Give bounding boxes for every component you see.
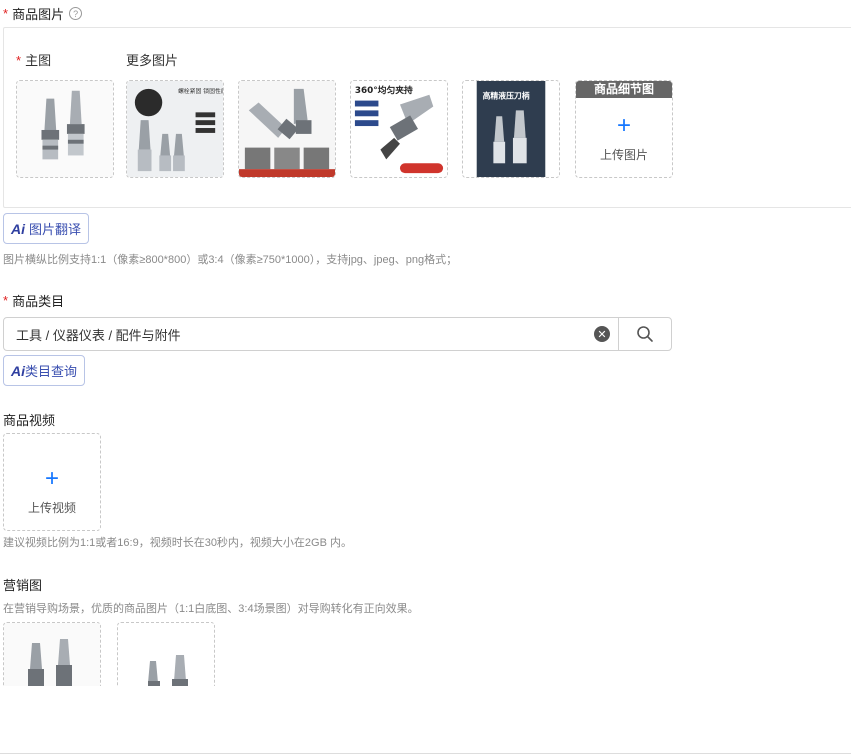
tool-holder-image	[118, 623, 214, 686]
required-mark: *	[3, 6, 9, 21]
marketing-image-thumb[interactable]	[3, 622, 101, 686]
plus-icon: +	[616, 112, 631, 139]
detail-image-upload[interactable]: 商品细节图 + 上传图片	[575, 80, 673, 178]
required-mark: *	[3, 293, 9, 308]
required-mark: *	[16, 53, 22, 68]
main-image-label: * 主图	[16, 53, 52, 68]
thumb-caption: 高精液压刀柄	[483, 91, 530, 101]
hydraulic-holder-image: 高精液压刀柄	[463, 81, 559, 177]
ai-icon: Ai	[11, 220, 25, 237]
product-banner-image: 螺栓紧固 锁固性能大提升	[127, 81, 223, 177]
thumb-caption: 螺栓紧固 锁固性能大提升	[178, 87, 223, 95]
category-search-button[interactable]	[618, 318, 671, 350]
category-select[interactable]: 工具 / 仪器仪表 / 配件与附件 ✕	[3, 317, 672, 351]
tool-holder-image	[4, 623, 100, 686]
marketing-title: 营销图	[3, 578, 43, 593]
category-label: 商品类目	[12, 294, 65, 309]
thumb-caption: 360°均匀夹持	[355, 84, 413, 96]
clear-circle-icon[interactable]: ✕	[594, 326, 610, 342]
ai-icon: Ai	[11, 362, 25, 379]
product-images-label: 商品图片	[12, 7, 65, 22]
ai-category-label: 类目查询	[25, 364, 78, 379]
divider	[0, 753, 851, 754]
more-image-thumb[interactable]	[238, 80, 336, 178]
video-title: 商品视频	[3, 413, 56, 428]
product-images-title: * 商品图片 ?	[3, 4, 83, 23]
question-circle-icon[interactable]: ?	[69, 7, 83, 20]
clamp-feature-image: 360°均匀夹持	[351, 81, 447, 177]
upload-image-label: 上传图片	[599, 148, 648, 162]
more-image-thumb[interactable]: 高精液压刀柄	[462, 80, 560, 178]
more-images-label: 更多图片	[126, 53, 179, 68]
product-angle-image	[239, 81, 335, 177]
search-icon	[637, 326, 653, 342]
ai-translate-label: 图片翻译	[29, 222, 82, 237]
category-title: * 商品类目	[3, 291, 64, 310]
ai-image-translate-button[interactable]: Ai 图片翻译	[3, 213, 90, 244]
video-hint: 建议视频比例为1:1或者16:9，视频时长在30秒内，视频大小在2GB 内。	[3, 537, 353, 549]
main-image-thumb[interactable]	[16, 80, 114, 178]
upload-video-label: 上传视频	[27, 501, 76, 515]
more-image-thumb[interactable]: 螺栓紧固 锁固性能大提升	[126, 80, 224, 178]
video-upload[interactable]: + 上传视频	[3, 433, 101, 531]
ai-category-query-button[interactable]: Ai 类目查询	[3, 355, 86, 386]
detail-image-header: 商品细节图	[576, 81, 672, 98]
marketing-image-thumb[interactable]	[117, 622, 215, 686]
plus-icon: +	[44, 465, 59, 492]
marketing-hint: 在营销导购场景，优质的商品图片（1:1白底图、3:4场景图）对导购转化有正向效果…	[3, 603, 419, 615]
tool-holder-image	[17, 81, 113, 177]
more-image-thumb[interactable]: 360°均匀夹持	[350, 80, 448, 178]
category-value: 工具 / 仪器仪表 / 配件与附件	[16, 327, 181, 343]
image-format-hint: 图片横纵比例支持1:1（像素≥800*800）或3:4（像素≥750*1000）…	[3, 254, 458, 266]
product-image-panel: *主图 更多图片 螺栓紧固 锁固性能大提升	[3, 27, 851, 208]
